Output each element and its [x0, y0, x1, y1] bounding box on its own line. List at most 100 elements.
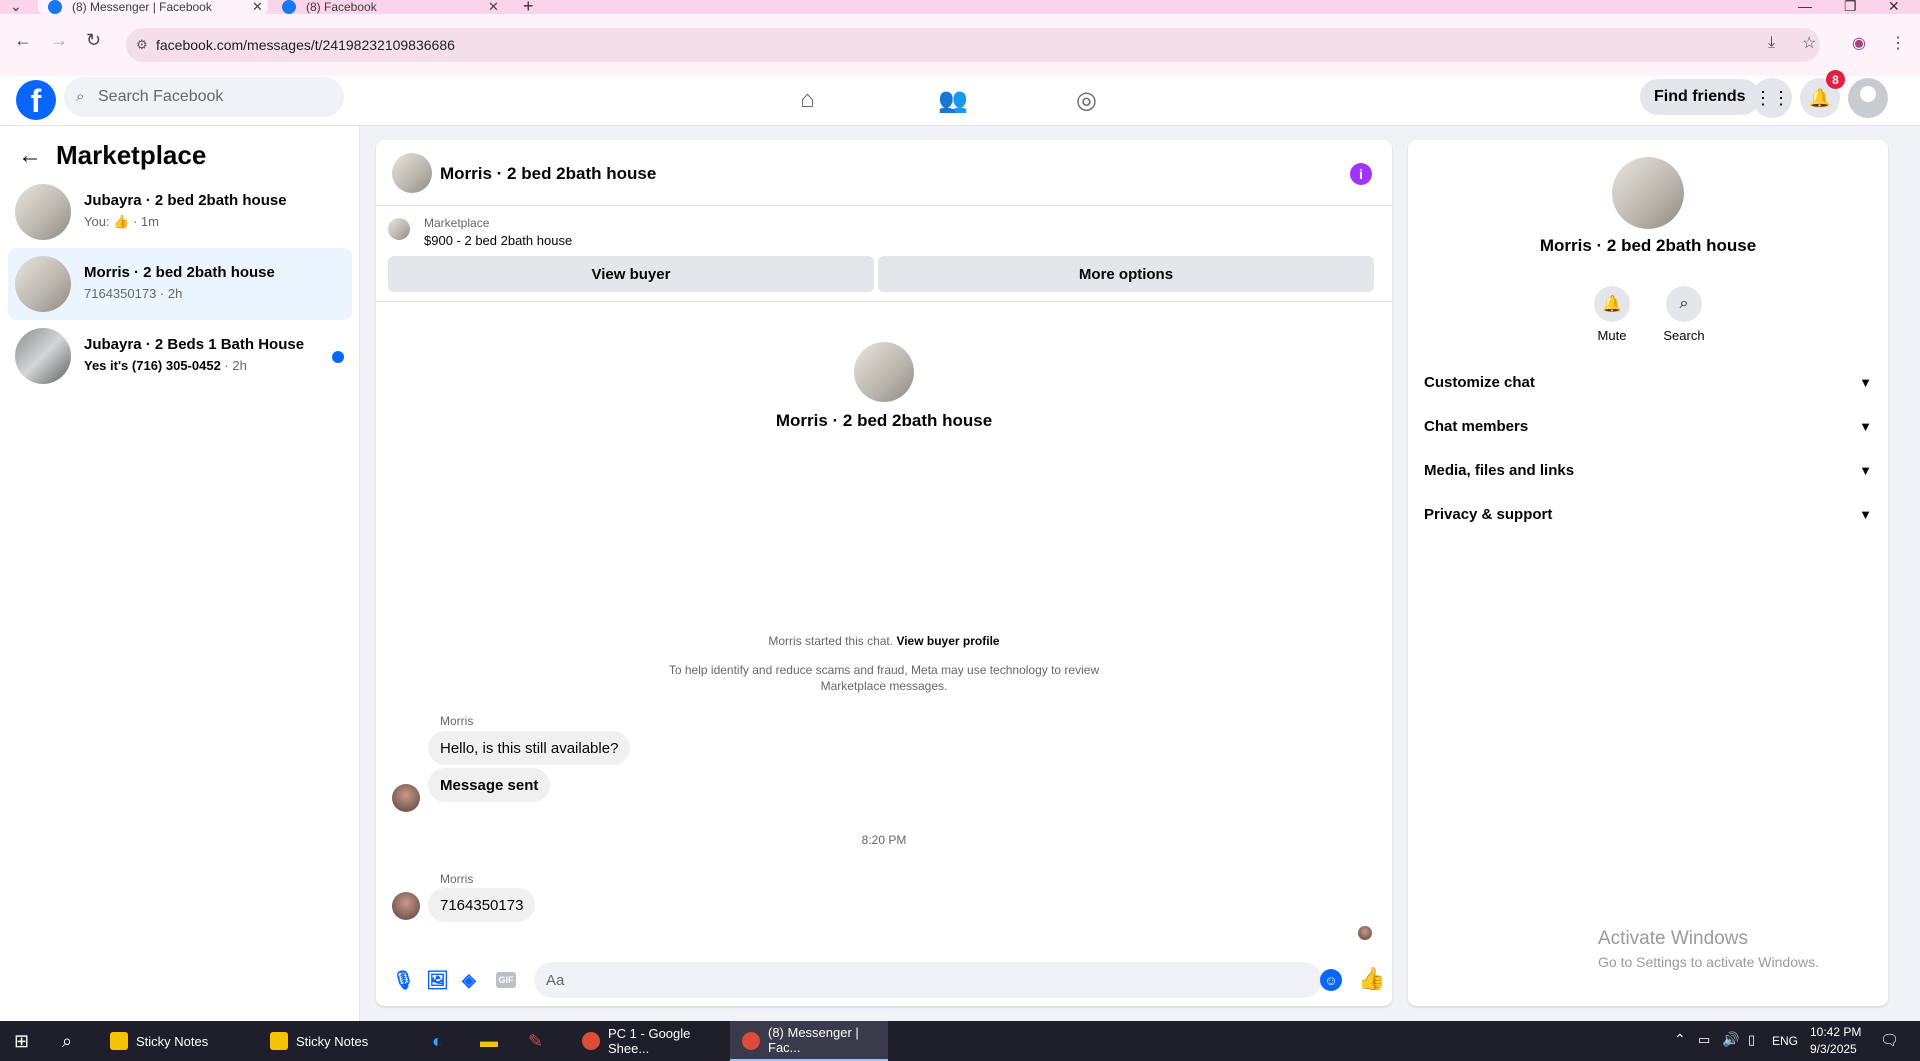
activate-windows-title: Activate Windows	[1598, 928, 1748, 949]
chat-title[interactable]: Morris · 2 bed 2bath house	[440, 164, 656, 184]
chevron-down-icon: ▼	[1859, 462, 1872, 478]
started-text: Morris started this chat.	[768, 634, 897, 648]
url-input[interactable]: ⚙ facebook.com/messages/t/24198232109836…	[126, 28, 1820, 62]
section-label: Customize chat	[1424, 373, 1535, 391]
taskbar-app-sticky-notes[interactable]: Sticky Notes	[258, 1021, 406, 1061]
conversation-preview: You: 👍 · 1m	[84, 214, 159, 229]
profile-icon[interactable]: ◉	[1852, 33, 1866, 53]
paint-icon[interactable]: ✎	[528, 1031, 543, 1052]
menu-grid-icon[interactable]: ⋮⋮	[1752, 78, 1792, 118]
sender-avatar	[392, 892, 420, 920]
clock-date[interactable]: 9/3/2025	[1810, 1042, 1857, 1056]
microphone-icon[interactable]: 🎙	[392, 970, 415, 991]
section-media-files[interactable]: Media, files and links ▼	[1424, 452, 1872, 488]
chevron-down-icon: ▼	[1859, 374, 1872, 390]
conversation-item[interactable]: Jubayra · 2 bed 2bath house You: 👍 · 1m	[8, 176, 352, 248]
conversation-avatar	[15, 256, 71, 312]
intro-avatar	[854, 342, 914, 402]
clock-time[interactable]: 10:42 PM	[1810, 1025, 1861, 1039]
install-app-icon[interactable]: ⤓	[1768, 34, 1775, 52]
conversation-name: Morris · 2 bed 2bath house	[84, 264, 275, 281]
sender-avatar	[392, 784, 420, 812]
maximize-icon[interactable]: ❐	[1844, 0, 1857, 15]
mute-button[interactable]: 🔔 Mute	[1582, 286, 1642, 343]
notification-badge: 8	[1826, 70, 1845, 89]
gif-icon[interactable]: GIF	[496, 972, 516, 988]
emoji-icon[interactable]: ☺	[1320, 969, 1342, 991]
marketplace-label: Marketplace	[424, 216, 490, 230]
volume-icon[interactable]: 🔊	[1722, 1031, 1739, 1048]
listing-title[interactable]: $900 - 2 bed 2bath house	[424, 233, 572, 248]
back-arrow-icon[interactable]: ←	[18, 142, 42, 170]
search-placeholder: Search Facebook	[98, 88, 224, 105]
unread-indicator	[332, 351, 344, 363]
view-buyer-button[interactable]: View buyer	[388, 256, 874, 292]
thumbs-up-icon[interactable]: 👍	[1358, 966, 1385, 992]
section-privacy-support[interactable]: Privacy & support ▼	[1424, 496, 1872, 532]
browser-tab-bar: ⌄ (8) Messenger | Facebook ✕ (8) Faceboo…	[0, 0, 1920, 16]
sticker-icon[interactable]: ◈	[462, 970, 476, 991]
more-options-button[interactable]: More options	[878, 256, 1374, 292]
facebook-logo-icon[interactable]: f	[16, 80, 56, 120]
message-bubble[interactable]: Hello, is this still available?	[428, 731, 631, 765]
minimize-icon[interactable]: —	[1798, 0, 1812, 14]
preview-time: · 2h	[220, 358, 247, 373]
facebook-favicon-icon	[282, 0, 296, 14]
view-buyer-profile-link[interactable]: View buyer profile	[896, 634, 999, 648]
home-icon[interactable]: ⌂	[800, 86, 815, 114]
section-chat-members[interactable]: Chat members ▼	[1424, 408, 1872, 444]
tab-title: (8) Messenger | Facebook	[72, 0, 212, 14]
language-indicator[interactable]: ENG	[1772, 1034, 1798, 1048]
conversation-item-active[interactable]: Morris · 2 bed 2bath house 7164350173 · …	[8, 248, 352, 320]
message-bubble[interactable]: 7164350173	[428, 888, 536, 922]
find-friends-button[interactable]: Find friends	[1640, 79, 1760, 115]
file-explorer-icon[interactable]: ▬	[480, 1031, 498, 1052]
preview-text: Yes it's (716) 305-0452	[84, 358, 221, 373]
sidebar-title: Marketplace	[56, 140, 207, 170]
tab-messenger[interactable]: (8) Messenger | Facebook ✕	[38, 0, 268, 14]
taskbar-app-chrome-messenger[interactable]: (8) Messenger | Fac...	[730, 1021, 888, 1061]
account-avatar[interactable]	[1848, 78, 1888, 118]
info-icon[interactable]: i	[1350, 163, 1372, 185]
conversation-preview: 7164350173 · 2h	[84, 286, 183, 301]
tab-title: (8) Facebook	[306, 0, 377, 14]
windows-start-icon[interactable]: ⊞	[14, 1031, 29, 1052]
close-tab-icon[interactable]: ✕	[252, 0, 263, 15]
tab-search-chevron-icon[interactable]: ⌄	[10, 0, 22, 15]
app-label: Sticky Notes	[136, 1033, 209, 1049]
edge-icon[interactable]: ◐	[432, 1031, 443, 1052]
facebook-header: f ⌕ Search Facebook ⌂ 👥 ◎ Find friends ⋮…	[0, 70, 1920, 126]
section-customize-chat[interactable]: Customize chat ▼	[1424, 364, 1872, 400]
conversation-name: Jubayra · 2 Beds 1 Bath House	[84, 336, 305, 353]
profile-avatar[interactable]	[1612, 157, 1684, 229]
taskbar-app-sticky-notes[interactable]: Sticky Notes	[98, 1021, 246, 1061]
notification-center-icon[interactable]: 🗨	[1880, 1031, 1899, 1049]
tray-chevron-up-icon[interactable]: ⌃	[1674, 1031, 1686, 1048]
forward-icon[interactable]: →	[50, 30, 68, 51]
message-bubble[interactable]: Message sent	[428, 768, 551, 802]
conversation-item[interactable]: Jubayra · 2 Beds 1 Bath House Yes it's (…	[8, 320, 352, 392]
battery-icon[interactable]: ▯	[1748, 1032, 1755, 1048]
tab-facebook[interactable]: (8) Facebook ✕	[282, 0, 512, 14]
friends-icon[interactable]: 👥	[938, 86, 968, 115]
message-input[interactable]	[534, 962, 1322, 998]
search-chat-button[interactable]: ⌕ Search	[1654, 286, 1714, 343]
close-tab-icon[interactable]: ✕	[488, 0, 499, 15]
photo-icon[interactable]: 🖼	[426, 970, 449, 991]
reload-icon[interactable]: ↻	[86, 30, 101, 51]
search-icon[interactable]: ⌕	[62, 1031, 72, 1052]
network-icon[interactable]: ▭	[1698, 1032, 1710, 1048]
chat-avatar[interactable]	[392, 153, 432, 193]
back-icon[interactable]: ←	[14, 30, 32, 51]
facebook-search-input[interactable]: ⌕ Search Facebook	[64, 77, 344, 117]
intro-name: Morris · 2 bed 2bath house	[775, 411, 993, 430]
close-window-icon[interactable]: ✕	[1888, 0, 1900, 15]
taskbar-app-chrome-sheets[interactable]: PC 1 - Google Shee...	[570, 1021, 720, 1061]
address-bar-row: ← → ↻ ⚙ facebook.com/messages/t/24198232…	[0, 14, 1920, 76]
bookmark-star-icon[interactable]: ☆	[1802, 33, 1816, 53]
chrome-menu-icon[interactable]: ⋮	[1890, 33, 1906, 53]
marketplace-sidebar: ← Marketplace Jubayra · 2 bed 2bath hous…	[0, 126, 360, 1021]
site-settings-icon[interactable]: ⚙	[136, 37, 148, 53]
sticky-notes-icon	[110, 1032, 128, 1050]
groups-icon[interactable]: ◎	[1076, 86, 1097, 115]
